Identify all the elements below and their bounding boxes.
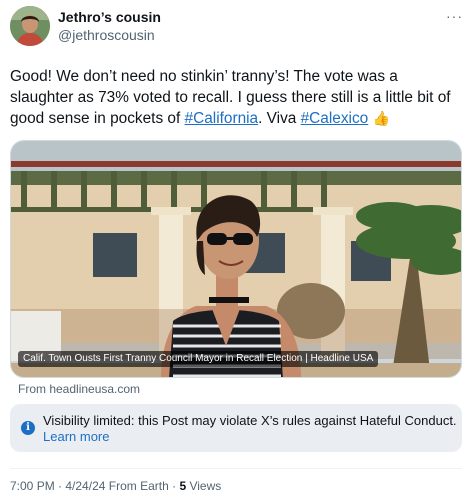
post-text-part: . Viva [258, 110, 301, 127]
post-date[interactable]: 4/24/24 [65, 479, 105, 493]
post-meta: 7:00 PM · 4/24/24 From Earth · 5 Views [10, 479, 221, 493]
info-icon: i [21, 421, 35, 435]
meta-separator: · [168, 479, 180, 493]
link-source[interactable]: From headlineusa.com [18, 382, 140, 396]
display-name[interactable]: Jethro’s cousin [58, 9, 161, 26]
post-text: Good! We don’t need no stinkin’ tranny’s… [10, 66, 462, 129]
views-label: Views [186, 479, 222, 493]
avatar[interactable] [10, 6, 50, 46]
post-header: Jethro’s cousin @jethroscousin ··· [10, 6, 465, 46]
media-caption: Calif. Town Ousts First Tranny Council M… [18, 351, 379, 367]
post-time[interactable]: 7:00 PM [10, 479, 55, 493]
handle[interactable]: @jethroscousin [58, 26, 161, 44]
notice-text: Visibility limited: this Post may violat… [43, 413, 457, 428]
media-card[interactable]: Calif. Town Ousts First Tranny Council M… [10, 140, 462, 378]
post-location: From Earth [105, 479, 169, 493]
hashtag-california[interactable]: #California [185, 110, 259, 127]
media-image [11, 141, 461, 377]
learn-more-link[interactable]: Learn more [43, 429, 109, 445]
author-block: Jethro’s cousin @jethroscousin [58, 9, 161, 44]
visibility-notice: i Visibility limited: this Post may viol… [10, 404, 462, 452]
hashtag-calexico[interactable]: #Calexico [301, 110, 369, 127]
thumbs-up-icon: 👍 [372, 110, 390, 126]
more-options-icon[interactable]: ··· [446, 8, 463, 24]
meta-separator: · [54, 479, 66, 493]
divider [10, 468, 462, 469]
